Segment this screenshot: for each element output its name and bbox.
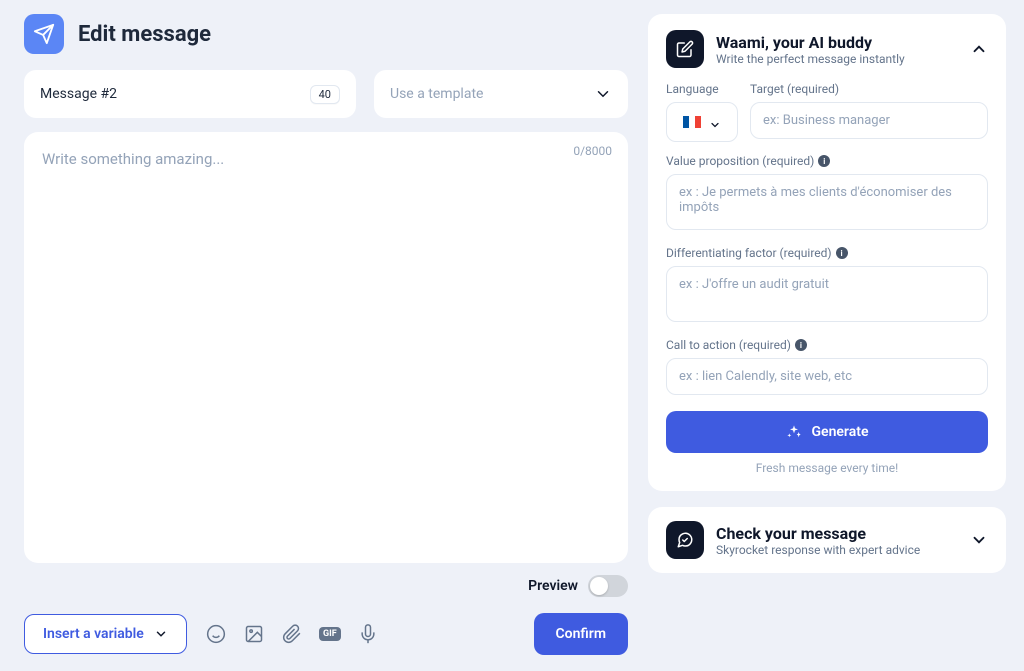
message-textarea[interactable] [42,150,610,545]
info-icon[interactable]: i [836,247,848,259]
diff-factor-input[interactable] [666,266,988,322]
chevron-down-icon [594,85,612,103]
message-count-badge: 40 [310,85,340,104]
message-editor: 0/8000 [24,132,628,563]
check-chat-icon [666,521,704,559]
chevron-up-icon[interactable] [970,40,988,58]
emoji-icon[interactable] [205,623,227,645]
template-placeholder: Use a template [390,86,483,102]
ai-panel-title: Waami, your AI buddy [716,33,958,52]
edit-icon [666,30,704,68]
sparkle-icon [786,424,802,440]
language-select[interactable] [666,102,738,142]
generate-subnote: Fresh message every time! [666,461,988,475]
target-label: Target (required) [750,82,988,96]
paper-plane-icon [24,14,64,54]
gif-icon[interactable]: GIF [319,623,341,645]
diff-factor-label: Differentiating factor (required) i [666,246,988,260]
attachment-icon[interactable] [281,623,303,645]
cta-input[interactable] [666,358,988,395]
ai-panel-subtitle: Write the perfect message instantly [716,52,958,66]
value-prop-label: Value proposition (required) i [666,154,988,168]
chevron-down-icon [154,627,168,641]
info-icon[interactable]: i [795,339,807,351]
value-prop-input[interactable] [666,174,988,230]
cta-label: Call to action (required) i [666,338,988,352]
ai-buddy-panel: Waami, your AI buddy Write the perfect m… [648,14,1006,491]
language-label: Language [666,82,738,96]
page-title: Edit message [78,22,211,47]
image-icon[interactable] [243,623,265,645]
generate-button[interactable]: Generate [666,411,988,453]
check-message-panel[interactable]: Check your message Skyrocket response wi… [648,507,1006,573]
char-counter: 0/8000 [573,144,612,158]
chevron-down-icon [709,116,721,128]
message-name-field[interactable]: Message #2 40 [24,70,356,118]
confirm-button[interactable]: Confirm [534,613,628,655]
preview-toggle[interactable] [588,575,628,597]
insert-variable-button[interactable]: Insert a variable [24,614,187,654]
preview-label: Preview [528,578,578,594]
page-header: Edit message [24,14,628,54]
template-select[interactable]: Use a template [374,70,628,118]
target-input[interactable] [750,102,988,139]
flag-france-icon [683,116,701,128]
chevron-down-icon[interactable] [970,531,988,549]
microphone-icon[interactable] [357,623,379,645]
info-icon[interactable]: i [818,155,830,167]
message-name-label: Message #2 [40,86,117,102]
check-panel-subtitle: Skyrocket response with expert advice [716,543,958,557]
check-panel-title: Check your message [716,524,958,543]
